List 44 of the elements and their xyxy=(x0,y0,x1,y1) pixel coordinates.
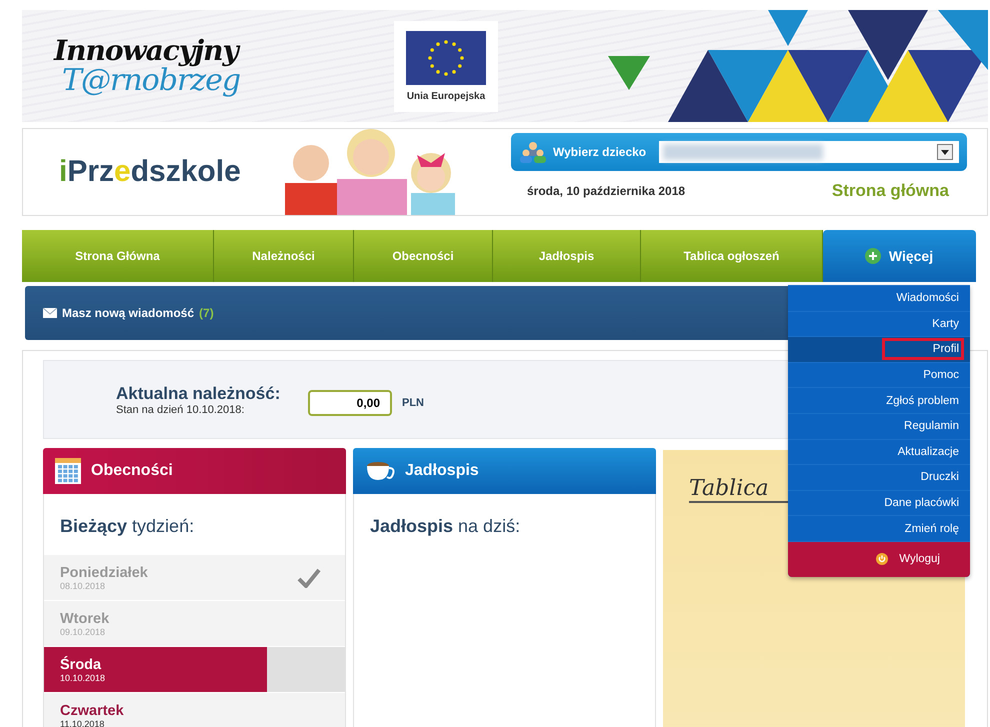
card-heading: Bieżący tydzień: xyxy=(59,515,196,538)
cup-icon xyxy=(365,461,395,481)
menu-item[interactable]: Wiadomości xyxy=(788,285,970,311)
page-title: Strona główna xyxy=(832,181,949,201)
message-count: (7) xyxy=(199,306,214,320)
day-date: 08.10.2018 xyxy=(60,580,106,590)
child-select[interactable] xyxy=(659,141,959,163)
day-date: 09.10.2018 xyxy=(60,626,106,636)
menu-item[interactable]: Karty xyxy=(788,310,970,336)
logo: Innowacyjny T@rnobrzeg xyxy=(52,36,242,96)
day-date: 10.10.2018 xyxy=(60,672,106,682)
power-icon xyxy=(876,553,888,566)
envelope-icon xyxy=(43,308,57,318)
card-title: Obecności xyxy=(91,462,173,480)
menu-item[interactable]: Zmień rolę xyxy=(788,515,970,541)
menu-item[interactable]: Pomoc xyxy=(788,362,970,388)
people-icon xyxy=(519,141,547,163)
day-name: Czwartek xyxy=(60,702,124,718)
balance-title: Aktualna należność: xyxy=(116,384,282,404)
nav-tab[interactable]: Więcej xyxy=(823,230,976,282)
menu-item[interactable]: Wyloguj xyxy=(788,540,970,577)
menu-item[interactable]: Druczki xyxy=(788,464,970,490)
menu-item[interactable]: Zgłoś problem xyxy=(788,387,970,413)
card-heading: Jadłospis na dziś: xyxy=(369,515,522,538)
calendar-icon xyxy=(55,458,81,484)
eu-caption: Unia Europejska xyxy=(406,90,486,102)
menu-item[interactable]: Regulamin xyxy=(788,412,970,439)
balance-date: Stan na dzień 10.10.2018: xyxy=(116,404,246,416)
child-select-label: Wybierz dziecko xyxy=(553,145,648,159)
day-date: 11.10.2018 xyxy=(60,718,106,727)
card-title: Jadłospis xyxy=(405,462,479,480)
menu-item[interactable]: Dane placówki xyxy=(788,490,970,516)
menu-item[interactable]: Aktualizacje xyxy=(788,438,970,464)
day-name: Środa xyxy=(60,656,102,672)
currency-label: PLN xyxy=(402,396,424,408)
logo-text: iPrzedszkole xyxy=(59,155,242,189)
current-date: środa, 10 października 2018 xyxy=(527,184,686,198)
plus-icon xyxy=(864,248,881,264)
day-name: Wtorek xyxy=(60,610,110,626)
eu-flag-icon xyxy=(406,30,486,84)
message-text[interactable]: Masz nową wiadomość xyxy=(62,306,194,320)
day-name: Poniedziałek xyxy=(60,564,148,580)
balance-field[interactable]: 0,00 xyxy=(308,390,392,416)
menu-item[interactable]: Profil xyxy=(788,336,970,362)
